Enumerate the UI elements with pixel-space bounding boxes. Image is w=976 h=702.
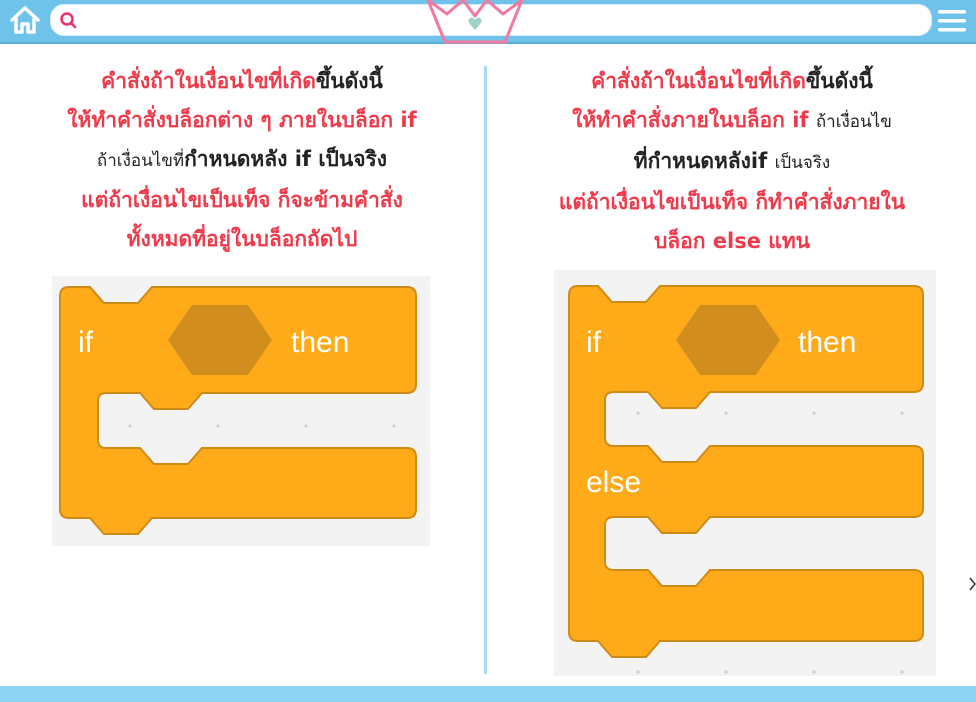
right-line-2-thin: ถ้าเงื่อนไข xyxy=(815,112,892,132)
home-button[interactable] xyxy=(8,4,42,36)
if-then-block-image: if then xyxy=(52,276,430,546)
left-line-3: ถ้าเงื่อนไขที่กำหนดหลัง if เป็นจริง xyxy=(0,140,484,181)
right-explanation: คำสั่งถ้าในเงื่อนไขที่เกิดขึ้นดังนี้ ให้… xyxy=(488,62,976,261)
left-line-4: แต่ถ้าเงื่อนไขเป็นเท็จ ก็จะข้ามคำสั่ง xyxy=(81,188,403,212)
if-then-else-block-image: if then else xyxy=(554,270,936,676)
right-line-3-thin: เป็นจริง xyxy=(774,153,831,173)
then-label: then xyxy=(798,326,857,359)
else-label: else xyxy=(586,466,642,499)
if-label: if xyxy=(586,326,601,359)
menu-button[interactable] xyxy=(936,6,968,36)
left-line-1-red: คำสั่งถ้าในเงื่อนไขที่เกิด xyxy=(101,69,316,93)
right-line-2-red: ให้ทำคำสั่งภายในบล็อก if xyxy=(572,108,809,132)
right-line-2: ให้ทำคำสั่งภายในบล็อก if ถ้าเงื่อนไข xyxy=(488,101,976,142)
chevron-right-icon[interactable] xyxy=(968,574,976,592)
left-line-2: ให้ทำคำสั่งบล็อกต่าง ๆ ภายในบล็อก if xyxy=(67,108,417,132)
if-then-block-shape xyxy=(59,286,417,535)
left-line-3-thin: ถ้าเงื่อนไขที่ xyxy=(96,151,185,171)
menu-icon xyxy=(938,10,966,32)
right-line-1-black: ขึ้นดังนี้ xyxy=(805,69,873,93)
left-line-1: คำสั่งถ้าในเงื่อนไขที่เกิดขึ้นดังนี้ xyxy=(0,62,484,101)
home-icon xyxy=(10,6,40,34)
right-line-4: แต่ถ้าเงื่อนไขเป็นเท็จ ก็ทำคำสั่งภายใน xyxy=(558,190,906,214)
bottom-bar xyxy=(0,686,976,702)
left-line-1-black: ขึ้นดังนี้ xyxy=(315,69,383,93)
column-divider xyxy=(484,66,487,674)
right-line-3: ที่กำหนดหลังif เป็นจริง xyxy=(488,142,976,183)
search-icon xyxy=(60,12,77,29)
left-line-3-bold: กำหนดหลัง if เป็นจริง xyxy=(184,147,388,171)
right-line-1: คำสั่งถ้าในเงื่อนไขที่เกิดขึ้นดังนี้ xyxy=(488,62,976,101)
then-label: then xyxy=(291,326,350,359)
left-line-5: ทั้งหมดที่อยู่ในบล็อกถัดไป xyxy=(126,227,358,251)
left-explanation: คำสั่งถ้าในเงื่อนไขที่เกิดขึ้นดังนี้ ให้… xyxy=(0,62,484,259)
if-label: if xyxy=(78,326,93,359)
right-line-5: บล็อก else แทน xyxy=(653,229,811,253)
right-line-1-red: คำสั่งถ้าในเงื่อนไขที่เกิด xyxy=(591,69,806,93)
crown-icon xyxy=(426,0,524,44)
right-line-3-bold: ที่กำหนดหลังif xyxy=(633,149,768,173)
